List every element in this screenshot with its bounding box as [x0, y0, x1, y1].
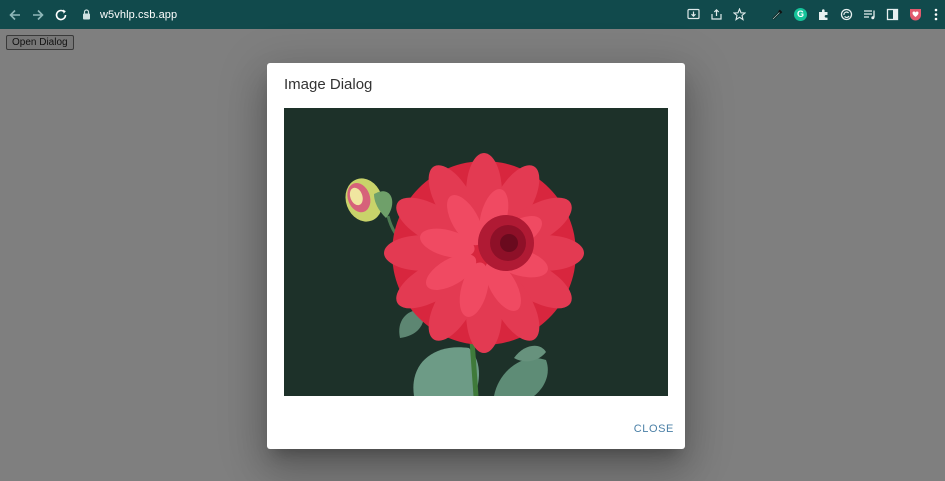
sync-extension-button[interactable] — [835, 3, 858, 25]
reload-button[interactable] — [50, 4, 72, 26]
menu-button[interactable] — [927, 3, 945, 25]
page-content: Open Dialog Image Dialog CLOSE — [0, 29, 945, 481]
separator — [751, 3, 766, 25]
profile-button[interactable] — [904, 3, 927, 25]
kebab-menu-icon — [934, 8, 938, 20]
profile-avatar-icon — [910, 8, 921, 20]
dahlia-flower-image — [284, 108, 668, 396]
toolbar-actions: G — [682, 3, 945, 25]
share-button[interactable] — [705, 3, 728, 25]
share-icon — [711, 8, 722, 20]
nav-controls — [4, 4, 72, 26]
back-arrow-icon — [9, 9, 20, 20]
install-icon — [687, 8, 700, 19]
eyedropper-extension-button[interactable] — [766, 3, 789, 25]
image-dialog: Image Dialog CLOSE — [267, 63, 685, 449]
browser-toolbar: w5vhlp.csb.app G — [0, 0, 945, 29]
back-button[interactable] — [4, 4, 26, 26]
reload-icon — [55, 9, 67, 20]
url-text: w5vhlp.csb.app — [100, 8, 178, 21]
star-icon — [733, 7, 746, 21]
extensions-button[interactable] — [812, 3, 835, 25]
side-panel-icon — [886, 8, 899, 20]
playlist-icon — [864, 9, 875, 19]
lock-icon — [80, 8, 92, 22]
refresh-circle-icon — [840, 8, 853, 20]
close-button[interactable]: CLOSE — [634, 423, 674, 435]
eyedropper-icon — [772, 9, 783, 20]
side-panel-button[interactable] — [881, 3, 904, 25]
install-app-button[interactable] — [682, 3, 705, 25]
address-bar[interactable]: w5vhlp.csb.app — [80, 4, 177, 26]
open-dialog-button[interactable]: Open Dialog — [6, 35, 74, 50]
reading-list-button[interactable] — [858, 3, 881, 25]
grammarly-extension-button[interactable]: G — [789, 3, 812, 25]
forward-button[interactable] — [27, 4, 49, 26]
dialog-title: Image Dialog — [284, 76, 373, 93]
dialog-image — [284, 108, 668, 396]
puzzle-icon — [819, 8, 828, 20]
bookmark-button[interactable] — [728, 3, 751, 25]
forward-arrow-icon — [33, 9, 44, 20]
grammarly-icon: G — [794, 7, 807, 21]
